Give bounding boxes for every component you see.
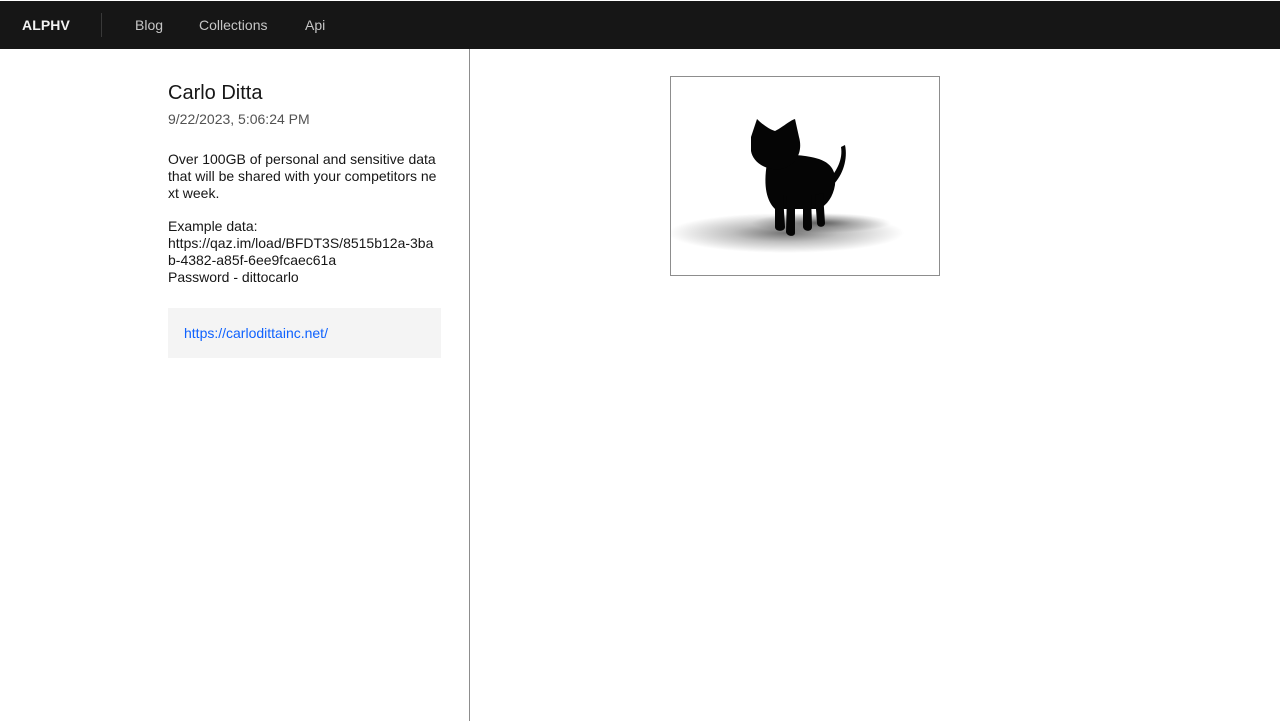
post-body: Over 100GB of personal and sensitive dat… <box>168 151 440 302</box>
cat-silhouette-icon <box>671 119 904 253</box>
main-content <box>471 49 1280 721</box>
post-sidebar: Carlo Ditta 9/22/2023, 5:06:24 PM Over 1… <box>0 49 470 721</box>
nav-link-blog[interactable]: Blog <box>135 1 163 49</box>
post-paragraph: Example data: https://qaz.im/load/BFDT3S… <box>168 218 434 285</box>
brand-logo-link[interactable]: ALPHV <box>22 1 70 49</box>
post-image-thumbnail[interactable] <box>670 76 940 276</box>
post-date: 9/22/2023, 5:06:24 PM <box>168 111 310 127</box>
website-link[interactable]: https://carlodittainc.net/ <box>184 325 328 341</box>
brand-divider <box>101 13 102 37</box>
top-navigation-bar: ALPHV Blog Collections Api <box>0 1 1280 49</box>
post-paragraph: Over 100GB of personal and sensitive dat… <box>168 151 437 201</box>
post-title: Carlo Ditta <box>168 82 263 104</box>
website-link-box: https://carlodittainc.net/ <box>168 308 441 358</box>
nav-link-collections[interactable]: Collections <box>199 1 267 49</box>
nav-link-api[interactable]: Api <box>305 1 325 49</box>
